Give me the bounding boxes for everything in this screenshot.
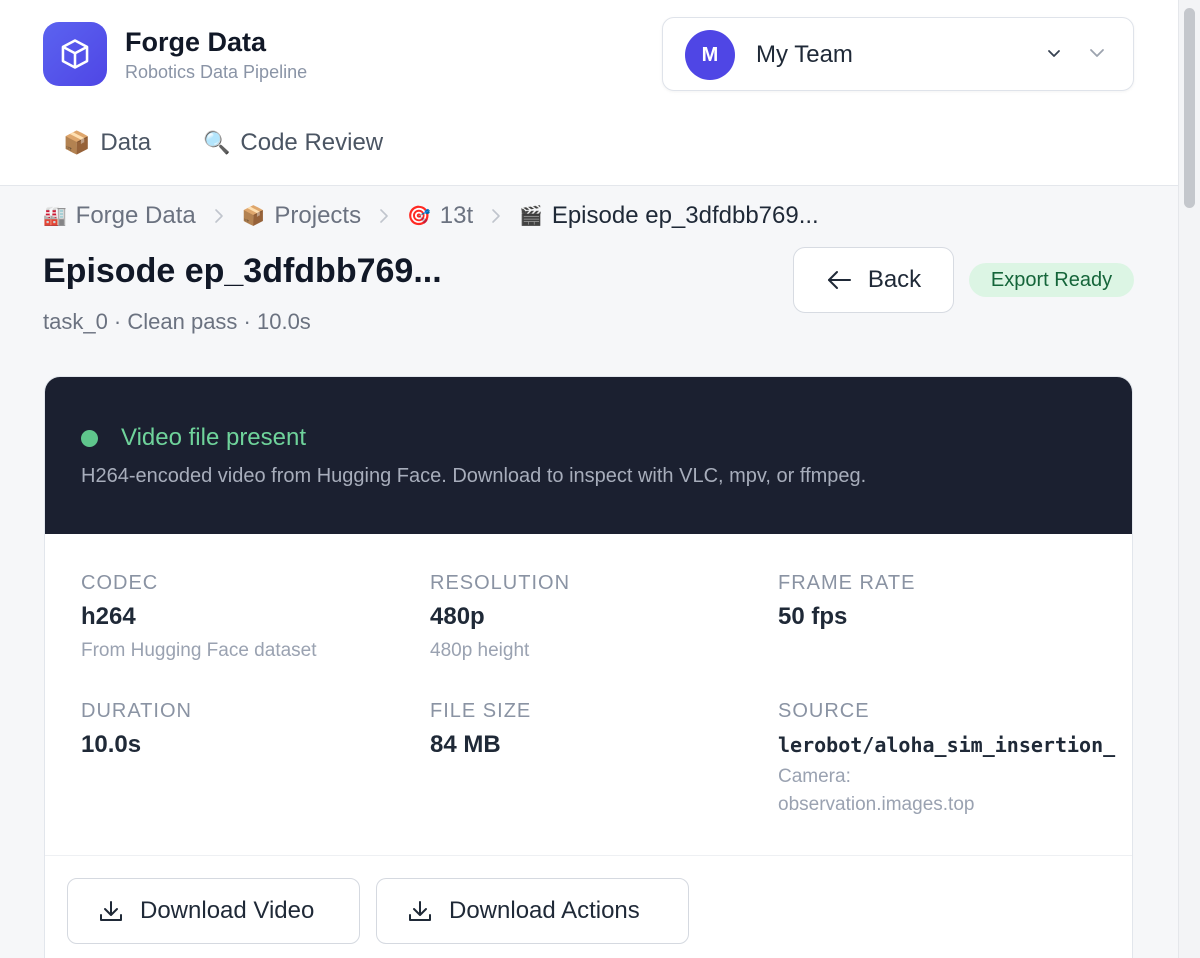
breadcrumb: 🏭 Forge Data 📦 Projects 🎯 13t 🎬 Episode … — [43, 200, 819, 232]
breadcrumb-label: Projects — [274, 202, 362, 229]
back-button[interactable]: Back — [793, 247, 954, 313]
field-value: 480p — [430, 603, 485, 630]
tab-label: Code Review — [240, 129, 384, 156]
download-icon — [409, 901, 431, 921]
video-card: Video file present H264-encoded video fr… — [44, 376, 1133, 958]
team-selector[interactable]: M My Team — [662, 17, 1134, 91]
clapperboard-icon: 🎬 — [519, 206, 543, 227]
avatar: M — [685, 30, 735, 80]
field-value: 84 MB — [430, 731, 501, 758]
status-dot — [81, 430, 98, 447]
breadcrumb-label: 13t — [439, 202, 474, 229]
chevron-right-icon — [492, 209, 500, 223]
video-status-title: Video file present — [121, 424, 307, 451]
source-value: lerobot/aloha_sim_insertion_ — [778, 733, 1116, 757]
video-status-panel: Video file present H264-encoded video fr… — [45, 377, 1132, 534]
camera-name: observation.images.top — [778, 794, 975, 815]
field-note: Camera: observation.images.top — [778, 763, 1132, 819]
field-label: SOURCE — [778, 700, 870, 722]
download-video-label: Download Video — [140, 897, 315, 924]
file-size-field: FILE SIZE 84 MB — [430, 700, 531, 759]
breadcrumb-project[interactable]: 🎯 13t — [407, 202, 473, 230]
download-icon — [100, 901, 122, 921]
download-actions-label: Download Actions — [449, 897, 640, 924]
page-title: Episode ep_3dfdbb769... — [43, 252, 442, 290]
breadcrumb-label: Forge Data — [75, 202, 196, 229]
frame-rate-field: FRAME RATE 50 fps — [778, 572, 915, 631]
chevron-down-icon — [1090, 49, 1104, 57]
duration-field: DURATION 10.0s — [81, 700, 192, 759]
factory-icon: 🏭 — [43, 206, 67, 227]
download-actions-button[interactable]: Download Actions — [376, 878, 689, 944]
field-label: DURATION — [81, 700, 192, 722]
status-badge: Export Ready — [969, 263, 1134, 297]
field-label: CODEC — [81, 572, 159, 594]
codec-field: CODEC h264 From Hugging Face dataset — [81, 572, 317, 665]
tab-code-review[interactable]: 🔍 Code Review — [203, 127, 383, 159]
field-value: h264 — [81, 603, 136, 630]
field-label: RESOLUTION — [430, 572, 571, 594]
tab-label: Data — [100, 129, 152, 156]
chevron-right-icon — [380, 209, 388, 223]
magnifier-icon: 🔍 — [203, 130, 231, 155]
top-bar: Forge Data Robotics Data Pipeline M My T… — [0, 0, 1178, 186]
target-icon: 🎯 — [407, 206, 431, 227]
tab-data[interactable]: 📦 Data — [63, 127, 151, 159]
team-name: My Team — [756, 41, 853, 68]
arrow-left-icon — [827, 271, 851, 289]
page-subtitle: task_0 · Clean pass · 10.0s — [43, 309, 311, 334]
field-value: 10.0s — [81, 731, 142, 758]
field-note: From Hugging Face dataset — [81, 640, 317, 661]
cube-icon[interactable] — [43, 22, 107, 86]
brand-name: Forge Data — [125, 27, 267, 57]
field-label: FILE SIZE — [430, 700, 532, 722]
package-icon: 📦 — [63, 130, 91, 155]
back-button-label: Back — [867, 266, 922, 293]
field-label: FRAME RATE — [778, 572, 916, 594]
field-note: 480p height — [430, 640, 530, 661]
package-icon: 📦 — [241, 206, 266, 227]
breadcrumb-current: 🎬 Episode ep_3dfdbb769... — [519, 202, 819, 230]
source-field: SOURCE lerobot/aloha_sim_insertion_ Came… — [778, 700, 1132, 819]
breadcrumb-label: Episode ep_3dfdbb769... — [551, 202, 819, 229]
app-window: Forge Data Robotics Data Pipeline M My T… — [0, 0, 1178, 958]
breadcrumb-forge-data[interactable]: 🏭 Forge Data — [43, 202, 196, 230]
field-value: 50 fps — [778, 603, 848, 630]
download-video-button[interactable]: Download Video — [67, 878, 360, 944]
video-status-description: H264-encoded video from Hugging Face. Do… — [81, 465, 867, 487]
chevron-down-icon — [1048, 50, 1060, 57]
chevron-right-icon — [214, 209, 223, 223]
brand-subtitle: Robotics Data Pipeline — [125, 62, 308, 82]
resolution-field: RESOLUTION 480p 480p height — [430, 572, 570, 665]
divider — [45, 855, 1132, 856]
camera-label: Camera: — [778, 766, 851, 787]
scrollbar-thumb[interactable] — [1184, 8, 1195, 208]
breadcrumb-projects[interactable]: 📦 Projects — [242, 202, 361, 230]
